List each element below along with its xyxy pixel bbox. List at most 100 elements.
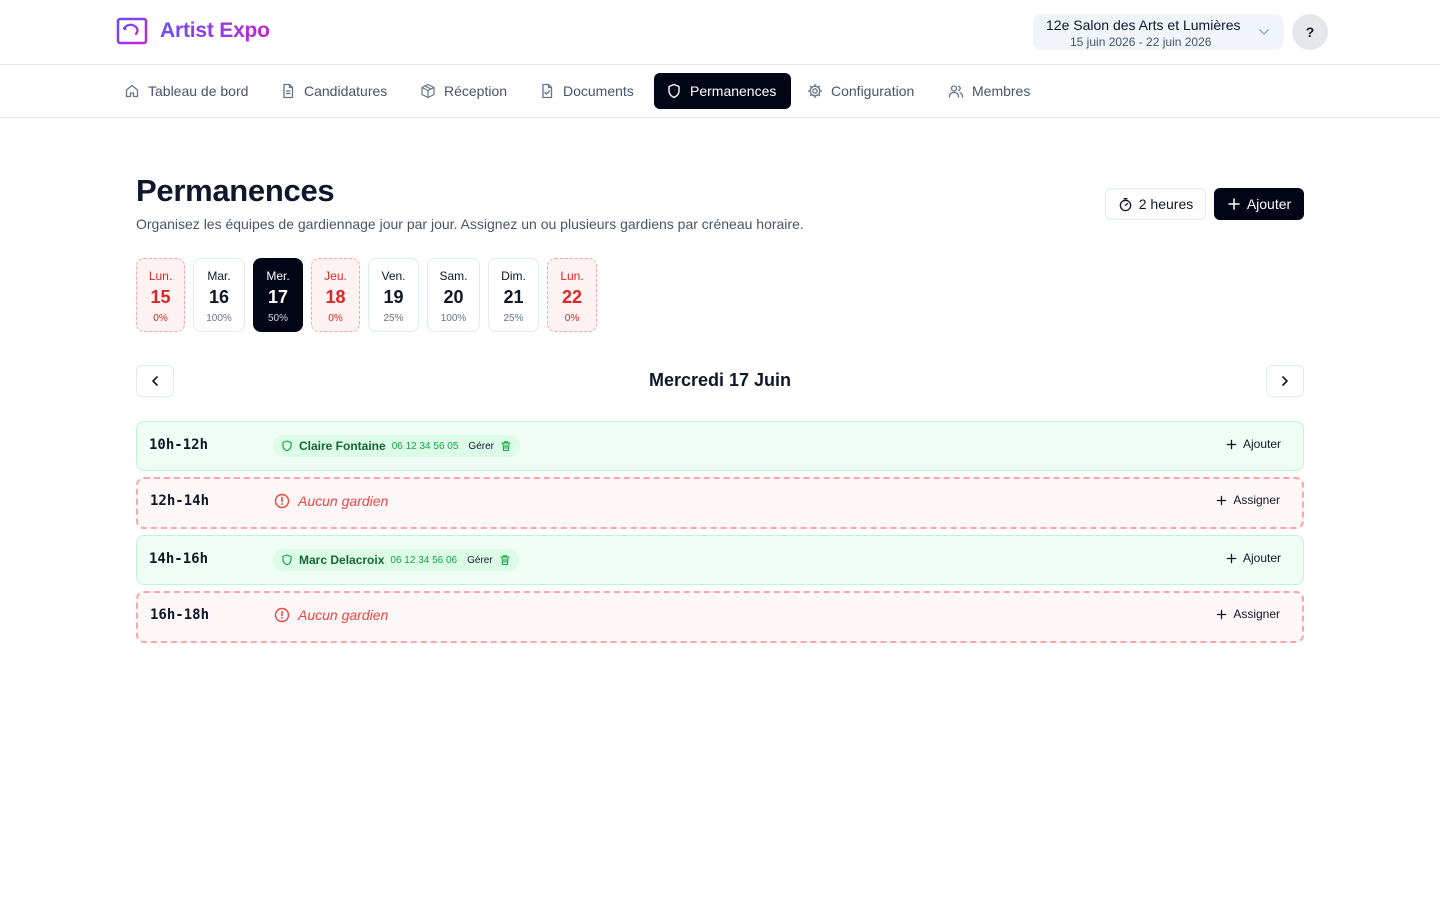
day-card-20[interactable]: Sam. 20 100% (427, 258, 480, 332)
trash-icon[interactable] (500, 440, 512, 452)
day-name: Sam. (439, 269, 468, 283)
day-name: Mar. (207, 269, 231, 283)
day-card-16[interactable]: Mar. 16 100% (193, 258, 245, 332)
slot-time: 16h-18h (150, 607, 210, 623)
day-card-19[interactable]: Ven. 19 25% (368, 258, 419, 332)
plus-icon (1226, 553, 1237, 563)
day-name: Jeu. (324, 269, 347, 283)
previous-day-button[interactable] (136, 365, 174, 397)
no-guard-notice: Aucun gardien (274, 607, 388, 623)
day-coverage: 25% (383, 313, 404, 324)
guard-phone: 06 12 34 56 05 (391, 440, 459, 452)
timer-icon (1119, 197, 1132, 211)
add-slot-button[interactable]: Ajouter (1214, 188, 1304, 220)
day-number: 20 (443, 287, 464, 307)
day-coverage: 50% (267, 313, 288, 324)
plus-icon (1217, 609, 1227, 619)
day-card-21[interactable]: Dim. 21 25% (488, 258, 539, 332)
guard-chip: Marc Delacroix 06 12 34 56 06 Gérer (273, 549, 519, 571)
no-guard-text: Aucun gardien (298, 493, 389, 509)
chevron-left-icon (152, 376, 158, 386)
add-guard-button[interactable]: Ajouter (1226, 437, 1281, 451)
day-coverage: 0% (564, 313, 580, 324)
slot-row: 12h-14h Aucun gardien Assigner (136, 477, 1304, 529)
tab-label: Tableau de bord (148, 83, 249, 99)
alert-circle-icon (274, 607, 290, 623)
chevron-right-icon (1282, 376, 1288, 386)
action-label: Ajouter (1242, 437, 1281, 451)
manage-guard-button[interactable]: Gérer (467, 555, 493, 566)
app-logo[interactable]: Artist Expo (116, 17, 270, 45)
guard-name: Marc Delacroix (299, 553, 385, 567)
day-name: Mer. (266, 269, 290, 283)
slot-time: 10h-12h (149, 437, 209, 453)
day-name: Dim. (501, 269, 526, 283)
guard-name: Claire Fontaine (299, 439, 386, 453)
event-dates: 15 juin 2026 - 22 juin 2026 (1070, 35, 1212, 49)
event-name: 12e Salon des Arts et Lumières (1046, 17, 1241, 33)
event-selector[interactable]: 12e Salon des Arts et Lumières 15 juin 2… (1033, 14, 1284, 50)
file-check-icon (542, 83, 553, 99)
tab-configuration[interactable]: Configuration (795, 73, 926, 109)
tab-label: Configuration (831, 83, 915, 99)
day-number: 17 (267, 287, 289, 307)
no-guard-notice: Aucun gardien (274, 493, 388, 509)
document-icon (283, 83, 294, 99)
tab-tableau-de-bord[interactable]: Tableau de bord (112, 73, 260, 109)
alert-circle-icon (274, 493, 290, 509)
day-card-18[interactable]: Jeu. 18 0% (311, 258, 360, 332)
plus-icon (1217, 495, 1227, 505)
day-coverage: 100% (206, 313, 232, 324)
day-card-15[interactable]: Lun. 15 0% (136, 258, 185, 332)
page-subtitle: Organisez les équipes de gardiennage jou… (136, 216, 804, 232)
tab-label: Documents (563, 83, 634, 99)
package-icon (421, 83, 435, 99)
top-bar: Artist Expo 12e Salon des Arts et Lumièr… (0, 0, 1440, 65)
next-day-button[interactable] (1266, 365, 1304, 397)
day-coverage: 25% (503, 313, 524, 324)
duration-label: 2 heures (1138, 196, 1194, 212)
guard-chip: Claire Fontaine 06 12 34 56 05 Gérer (273, 435, 520, 457)
day-number: 16 (208, 287, 230, 307)
canvas-logo-icon (116, 17, 148, 45)
slot-row: 16h-18h Aucun gardien Assigner (136, 591, 1304, 643)
home-icon (125, 84, 139, 98)
page-title: Permanences (136, 173, 335, 208)
help-button[interactable]: ? (1292, 14, 1328, 50)
app-name: Artist Expo (160, 19, 270, 42)
users-icon (948, 85, 964, 98)
tab-label: Membres (972, 83, 1031, 99)
tab-permanences[interactable]: Permanences (654, 73, 791, 109)
tab-membres[interactable]: Membres (936, 73, 1042, 109)
day-number: 19 (383, 287, 404, 307)
tab-label: Permanences (690, 83, 777, 99)
shield-icon (282, 554, 292, 566)
plus-icon (1226, 439, 1237, 449)
day-name: Lun. (148, 269, 173, 283)
action-label: Assigner (1233, 493, 1280, 507)
action-label: Assigner (1233, 607, 1280, 621)
manage-guard-button[interactable]: Gérer (468, 441, 494, 452)
slot-duration-button[interactable]: 2 heures (1105, 188, 1206, 220)
day-card-17[interactable]: Mer. 17 50% (253, 258, 303, 332)
no-guard-text: Aucun gardien (298, 607, 389, 623)
slot-row: 14h-16h Marc Delacroix 06 12 34 56 06 Gé… (136, 535, 1304, 585)
assign-guard-button[interactable]: Assigner (1216, 607, 1280, 621)
day-number: 15 (150, 287, 171, 307)
chevron-down-icon (1259, 29, 1269, 35)
trash-icon[interactable] (499, 554, 511, 566)
guard-phone: 06 12 34 56 06 (390, 554, 458, 566)
add-guard-button[interactable]: Ajouter (1226, 551, 1281, 565)
day-coverage: 0% (153, 313, 168, 324)
assign-guard-button[interactable]: Assigner (1216, 493, 1280, 507)
day-name: Lun. (560, 269, 584, 283)
slot-row: 10h-12h Claire Fontaine 06 12 34 56 05 G… (136, 421, 1304, 471)
tab-reception[interactable]: Réception (408, 73, 519, 109)
tab-candidatures[interactable]: Candidatures (268, 73, 399, 109)
add-label: Ajouter (1246, 196, 1292, 212)
day-card-22[interactable]: Lun. 22 0% (547, 258, 597, 332)
slot-time: 12h-14h (150, 493, 210, 509)
tab-documents[interactable]: Documents (527, 73, 646, 109)
slot-time: 14h-16h (149, 551, 209, 567)
action-label: Ajouter (1242, 551, 1281, 565)
